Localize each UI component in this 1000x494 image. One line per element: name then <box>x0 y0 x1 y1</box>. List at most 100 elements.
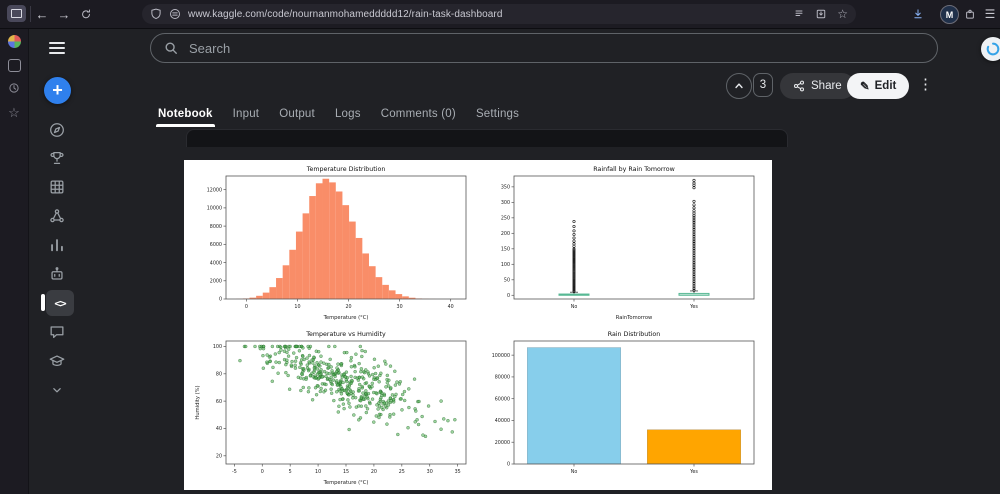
tab-logs[interactable]: Logs <box>335 108 361 122</box>
floating-assistant-widget[interactable] <box>981 37 1000 61</box>
search-bar[interactable] <box>150 33 938 63</box>
upvote-button[interactable] <box>726 73 752 99</box>
more-options-icon[interactable]: ⋮ <box>918 75 933 93</box>
notebook-output-panel: 0 2000 4000 6000 8000 10000 12000 0 10 20 30 40 Temp… <box>184 160 772 490</box>
svg-text:12000: 12000 <box>207 187 222 193</box>
svg-text:0: 0 <box>219 297 222 303</box>
search-input[interactable] <box>187 39 875 57</box>
tab-output[interactable]: Output <box>279 108 315 122</box>
svg-text:Temperature Distribution: Temperature Distribution <box>306 166 386 173</box>
compass-icon <box>50 123 64 137</box>
create-button[interactable]: + <box>44 77 71 104</box>
caret-up-icon <box>735 83 743 89</box>
svg-text:40000: 40000 <box>495 418 510 424</box>
svg-text:-5: -5 <box>232 469 237 475</box>
bookmark-star-icon[interactable]: ☆ <box>837 7 848 21</box>
svg-text:2000: 2000 <box>210 278 222 284</box>
vote-count[interactable]: 3 <box>753 73 773 97</box>
svg-text:100: 100 <box>501 262 510 268</box>
tab-input[interactable]: Input <box>233 108 260 122</box>
history-icon[interactable] <box>7 81 21 95</box>
tab-notebook[interactable]: Notebook <box>156 108 215 127</box>
svg-text:100000: 100000 <box>492 353 510 359</box>
downloads-icon[interactable] <box>908 0 928 28</box>
svg-text:10000: 10000 <box>207 206 222 212</box>
extensions-icon[interactable] <box>960 0 980 28</box>
svg-text:50: 50 <box>504 277 510 283</box>
colorful-extension-icon[interactable] <box>7 34 21 48</box>
chart-temperature-distribution: 0 2000 4000 6000 8000 10000 12000 0 10 20 30 40 Temp… <box>192 163 474 321</box>
svg-text:0: 0 <box>261 469 264 475</box>
url-text[interactable]: www.kaggle.com/code/nournanmohameddddd12… <box>188 9 503 20</box>
svg-text:Humidity (%): Humidity (%) <box>195 385 201 419</box>
svg-text:20000: 20000 <box>495 440 510 446</box>
sidebar-item-explore[interactable] <box>48 121 66 139</box>
svg-text:No: No <box>571 469 578 475</box>
sidebar-item-more[interactable] <box>48 381 66 399</box>
hamburger-menu-icon[interactable] <box>49 42 65 54</box>
edit-label: Edit <box>874 80 897 92</box>
sidebar-item-discussions[interactable] <box>48 323 66 341</box>
svg-text:40: 40 <box>216 426 222 432</box>
back-icon[interactable]: ← <box>32 0 52 28</box>
colorful-extension-icon <box>7 34 21 48</box>
svg-text:8000: 8000 <box>210 224 222 230</box>
bookmarks-panel-icon <box>7 58 21 72</box>
sidebar-item-models[interactable] <box>48 207 66 225</box>
svg-text:4000: 4000 <box>210 260 222 266</box>
sidebar-item-datasets[interactable] <box>48 178 66 196</box>
bookmarks-panel-icon[interactable] <box>7 58 21 72</box>
reload-icon <box>82 9 90 19</box>
address-bar[interactable]: www.kaggle.com/code/nournanmohameddddd12… <box>142 4 856 24</box>
svg-text:0: 0 <box>245 304 248 310</box>
browser-tab-icon[interactable] <box>7 5 26 22</box>
svg-text:Temperature vs Humidity: Temperature vs Humidity <box>305 331 386 338</box>
svg-text:10: 10 <box>294 304 300 310</box>
chevron-down-icon <box>53 388 61 393</box>
sidebar-item-analytics[interactable] <box>48 236 66 254</box>
tab-settings[interactable]: Settings <box>476 108 519 122</box>
forward-icon[interactable]: → <box>54 0 74 28</box>
notebook-actions: 3 Share ✎ Edit ⋮ <box>0 73 1000 99</box>
browser-topbar: ← → www.kaggle.com/code/nournanmohameddd… <box>0 0 1000 29</box>
svg-text:80: 80 <box>216 372 222 378</box>
share-button[interactable]: Share <box>780 73 855 99</box>
app-menu-icon[interactable]: ☰ <box>980 0 1000 28</box>
edit-button[interactable]: ✎ Edit <box>847 73 910 99</box>
kaggle-sidebar: + <> <box>28 28 86 494</box>
svg-text:40: 40 <box>448 304 454 310</box>
svg-text:80000: 80000 <box>495 375 510 381</box>
shield-icon[interactable] <box>150 8 162 20</box>
svg-text:6000: 6000 <box>210 242 222 248</box>
robot-icon <box>51 267 63 280</box>
svg-text:Temperature (°C): Temperature (°C) <box>323 480 369 486</box>
browser-profile-avatar[interactable]: M <box>940 5 959 24</box>
reload-icon[interactable] <box>76 0 96 28</box>
tab-comments[interactable]: Comments (0) <box>381 108 456 122</box>
svg-text:15: 15 <box>343 469 349 475</box>
save-page-icon[interactable] <box>815 8 827 20</box>
chart-rain-distribution: 0 20000 40000 60000 80000 100000 No Yes Rain Dis… <box>480 328 762 486</box>
downloads-icon <box>914 9 922 19</box>
bar-chart-icon <box>51 239 63 252</box>
browser-sidebar: ☆ <box>0 28 29 494</box>
sidebar-item-competitions[interactable] <box>48 149 66 167</box>
assistant-swirl-icon <box>986 42 1000 56</box>
notebook-cell-fragment[interactable] <box>186 129 788 147</box>
sidebar-item-benchmarks[interactable] <box>48 265 66 283</box>
svg-text:Yes: Yes <box>689 469 698 475</box>
trophy-icon <box>50 151 64 165</box>
sidebar-item-learn[interactable] <box>48 352 66 370</box>
sidebar-item-code[interactable]: <> <box>50 293 70 313</box>
svg-text:Temperature (°C): Temperature (°C) <box>323 315 369 321</box>
svg-text:250: 250 <box>501 216 510 222</box>
search-icon <box>165 42 177 54</box>
site-permissions-icon[interactable] <box>169 8 181 20</box>
favorites-star-icon[interactable]: ☆ <box>7 105 21 120</box>
notebook-tabs: Notebook Input Output Logs Comments (0) … <box>156 103 519 127</box>
address-bar-actions: ☆ <box>793 7 848 21</box>
svg-text:Yes: Yes <box>689 304 698 310</box>
svg-text:150: 150 <box>501 247 510 253</box>
reader-view-icon[interactable] <box>793 8 805 20</box>
svg-text:60: 60 <box>216 399 222 405</box>
